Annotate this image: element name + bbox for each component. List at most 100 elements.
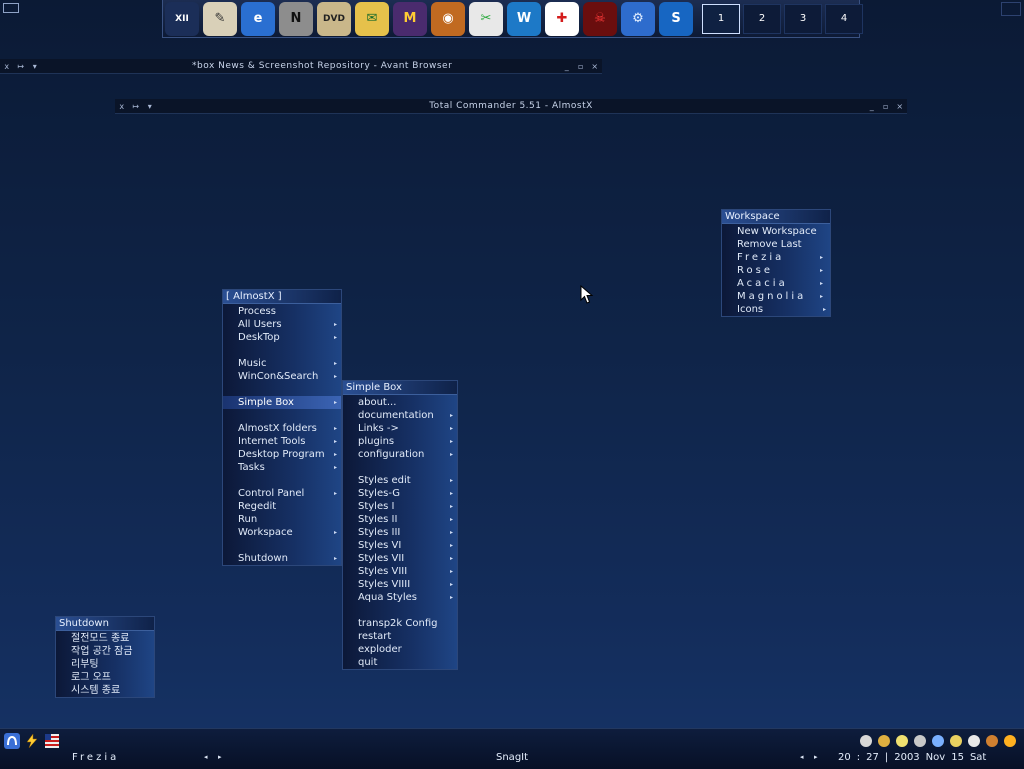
close-button[interactable]: × — [893, 102, 907, 111]
key-icon[interactable] — [966, 733, 982, 749]
menu-item[interactable]: Workspace ▸ — [223, 526, 341, 539]
swirl-icon[interactable]: S — [659, 1, 693, 36]
workspace-button-3[interactable]: 3 — [784, 3, 822, 34]
task-label[interactable]: SnagIt — [496, 752, 528, 763]
start-icon[interactable] — [4, 733, 20, 749]
minimize-button[interactable]: _ — [865, 102, 879, 111]
menu-items: New Workspace Remove Last Frezia ▸ Rose ▸ Acac… — [722, 224, 830, 316]
folder-icon[interactable] — [894, 733, 910, 749]
netscape-icon[interactable]: N — [279, 1, 313, 36]
menu-item[interactable]: Links -> ▸ — [343, 422, 457, 435]
menu-item[interactable]: Remove Last — [722, 238, 830, 251]
menu-item[interactable]: Tasks ▸ — [223, 461, 341, 474]
total-commander-titlebar[interactable]: x ↦ ▾ Total Commander 5.51 - AlmostX _ ▫… — [115, 99, 907, 114]
menu-item[interactable]: 시스템 종료 — [56, 684, 154, 697]
menu-item[interactable]: 절전모드 종료 — [56, 632, 154, 645]
menu-item[interactable]: Styles VIII ▸ — [343, 565, 457, 578]
menu-item[interactable]: AlmostX folders ▸ — [223, 422, 341, 435]
menu-item[interactable]: Shutdown ▸ — [223, 552, 341, 565]
close-button[interactable]: × — [588, 62, 602, 71]
word-icon[interactable]: W — [507, 1, 541, 36]
workspace-button-4[interactable]: 4 — [825, 3, 863, 34]
desktop-corner-icon-right[interactable] — [1001, 2, 1021, 16]
darth-maul-icon[interactable]: ☠ — [583, 1, 617, 36]
menu-item[interactable]: Run — [223, 513, 341, 526]
window-close-icon[interactable]: x — [0, 62, 14, 71]
menu-item[interactable]: Simple Box ▸ — [223, 396, 341, 409]
menu-item[interactable]: WinCon&Search ▸ — [223, 370, 341, 383]
menu-item[interactable]: configuration ▸ — [343, 448, 457, 461]
mire-icon[interactable]: M — [393, 1, 427, 36]
workspace-prev-button[interactable]: ◂ — [204, 753, 208, 761]
winamp-icon[interactable]: ✂ — [469, 1, 503, 36]
menu-item[interactable]: Styles II ▸ — [343, 513, 457, 526]
menu-item[interactable]: Regedit — [223, 500, 341, 513]
recycle-icon[interactable] — [876, 733, 892, 749]
avant-browser-titlebar[interactable]: x ↦ ▾ *box News & Screenshot Repository … — [0, 59, 602, 74]
media-player-icon[interactable]: ◉ — [431, 1, 465, 36]
menu-item[interactable]: Styles VI ▸ — [343, 539, 457, 552]
menu-item[interactable]: Styles-G ▸ — [343, 487, 457, 500]
window-close-icon[interactable]: x — [115, 102, 129, 111]
menu-item[interactable]: exploder — [343, 643, 457, 656]
workspace-button-1[interactable]: 1 — [702, 3, 740, 34]
window-pin-icon[interactable]: ↦ — [14, 62, 28, 71]
dvd-icon[interactable]: DVD — [317, 1, 351, 36]
bottle-icon[interactable] — [984, 733, 1000, 749]
clock-icon[interactable]: XII — [165, 1, 199, 36]
submenu-arrow-icon: ▸ — [819, 293, 826, 300]
menu-item[interactable]: documentation ▸ — [343, 409, 457, 422]
workspace-next-button[interactable]: ▸ — [218, 753, 222, 761]
menu-item[interactable]: restart — [343, 630, 457, 643]
settings-gear-icon[interactable]: ⚙ — [621, 1, 655, 36]
task-next-button[interactable]: ▸ — [814, 753, 818, 761]
lightning-icon[interactable] — [24, 733, 40, 749]
menu-item[interactable]: Styles III ▸ — [343, 526, 457, 539]
menu-item[interactable]: Desktop Program ▸ — [223, 448, 341, 461]
menu-item[interactable]: Acacia ▸ — [722, 277, 830, 290]
menu-item[interactable]: Internet Tools ▸ — [223, 435, 341, 448]
minimize-button[interactable]: _ — [560, 62, 574, 71]
menu-item[interactable]: transp2k Config — [343, 617, 457, 630]
menu-item[interactable]: Process — [223, 305, 341, 318]
menu-item[interactable]: Styles I ▸ — [343, 500, 457, 513]
pen-icon[interactable] — [858, 733, 874, 749]
menu-item[interactable]: 리부팅 — [56, 658, 154, 671]
menu-item[interactable]: Styles VII ▸ — [343, 552, 457, 565]
window-menu-icon[interactable]: ▾ — [28, 62, 42, 71]
menu-item[interactable]: plugins ▸ — [343, 435, 457, 448]
drive-icon[interactable] — [912, 733, 928, 749]
menu-item[interactable]: Control Panel ▸ — [223, 487, 341, 500]
workspace-button-2[interactable]: 2 — [743, 3, 781, 34]
window-pin-icon[interactable]: ↦ — [129, 102, 143, 111]
menu-item[interactable]: 작업 공간 잠금 — [56, 645, 154, 658]
menu-item[interactable]: about... — [343, 396, 457, 409]
menu-item[interactable]: New Workspace — [722, 225, 830, 238]
desktop-corner-icon[interactable] — [3, 3, 19, 13]
menu-item[interactable]: quit — [343, 656, 457, 669]
menu-item[interactable]: Icons ▸ — [722, 303, 830, 316]
menu-item[interactable]: Music ▸ — [223, 357, 341, 370]
menu-item[interactable]: DeskTop ▸ — [223, 331, 341, 344]
menu-item[interactable]: Styles edit ▸ — [343, 474, 457, 487]
menu-item[interactable]: Magnolia ▸ — [722, 290, 830, 303]
flag-icon[interactable] — [44, 733, 60, 749]
window-menu-icon[interactable]: ▾ — [143, 102, 157, 111]
sun-icon[interactable] — [1002, 733, 1018, 749]
task-prev-button[interactable]: ◂ — [800, 753, 804, 761]
menu-separator — [223, 344, 341, 357]
notepad-icon[interactable]: ✎ — [203, 1, 237, 36]
menu-item[interactable]: Frezia ▸ — [722, 251, 830, 264]
menu-item[interactable]: Styles VIIII ▸ — [343, 578, 457, 591]
first-aid-icon[interactable]: ✚ — [545, 1, 579, 36]
menu-item[interactable]: 로그 오프 — [56, 671, 154, 684]
maximize-button[interactable]: ▫ — [574, 62, 588, 71]
maximize-button[interactable]: ▫ — [879, 102, 893, 111]
network-icon[interactable] — [930, 733, 946, 749]
internet-explorer-icon[interactable]: e — [241, 1, 275, 36]
menu-item[interactable]: All Users ▸ — [223, 318, 341, 331]
menu-item[interactable]: Rose ▸ — [722, 264, 830, 277]
tools-icon[interactable] — [948, 733, 964, 749]
menu-item[interactable]: Aqua Styles ▸ — [343, 591, 457, 604]
paint-icon[interactable]: ✉ — [355, 1, 389, 36]
